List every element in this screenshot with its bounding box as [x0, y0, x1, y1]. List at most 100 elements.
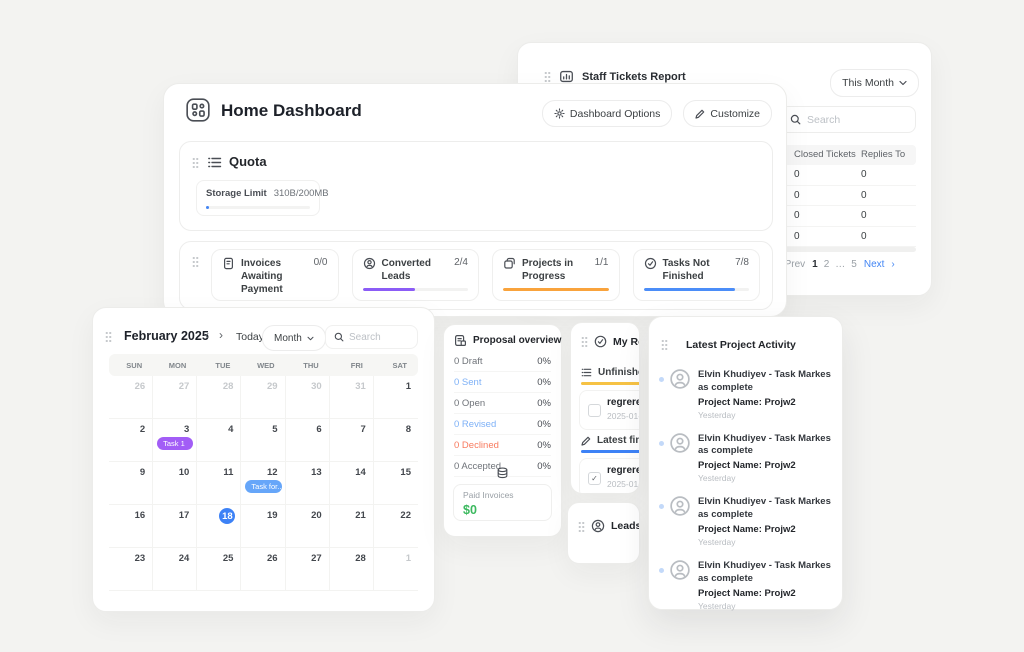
drag-handle-icon[interactable] [192, 256, 199, 267]
pagination-next-arrow[interactable]: › [891, 259, 894, 270]
calendar-search-input[interactable] [349, 332, 409, 343]
calendar-next-button[interactable]: › [219, 328, 223, 342]
calendar-day-cell[interactable]: 1 [374, 548, 418, 591]
stat-card[interactable]: Tasks Not Finished7/8 [633, 249, 761, 301]
calendar-day-cell[interactable]: 20 [286, 505, 330, 548]
drag-handle-icon[interactable] [578, 521, 585, 532]
calendar-day-cell[interactable]: 17 [153, 505, 197, 548]
calendar-date: 26 [267, 548, 285, 564]
calendar-view-selector[interactable]: Month [262, 325, 326, 351]
period-selector[interactable]: This Month [830, 69, 919, 97]
task-checkbox[interactable] [588, 404, 601, 417]
calendar-prev-button[interactable]: ‹ [205, 328, 209, 342]
coins-icon[interactable] [495, 466, 510, 480]
calendar-day-cell[interactable]: 25 [197, 548, 241, 591]
storage-progress-track [206, 206, 310, 209]
calendar-day-cell[interactable]: 13 [286, 462, 330, 505]
pagination-next[interactable]: Next [864, 259, 885, 270]
activity-item[interactable]: Elvin Khudiyev - Task Markes as complete… [659, 496, 832, 547]
calendar-date: 1 [406, 548, 418, 564]
drag-handle-icon[interactable] [581, 336, 588, 347]
calendar-day-cell[interactable]: 2 [109, 419, 153, 462]
calendar-day-cell[interactable]: 19 [241, 505, 285, 548]
activity-item[interactable]: Elvin Khudiyev - Task Markes as complete… [659, 560, 832, 611]
activity-item[interactable]: Elvin Khudiyev - Task Markes as complete… [659, 369, 832, 420]
stat-card[interactable]: Invoices Awaiting Payment0/0 [211, 249, 339, 301]
pagination-page[interactable]: 1 [812, 259, 818, 270]
activity-item[interactable]: Elvin Khudiyev - Task Markes as complete… [659, 433, 832, 484]
column-header-replies-to[interactable]: Replies To [861, 149, 905, 160]
calendar-day-cell[interactable]: 30 [286, 376, 330, 419]
calendar-day-cell[interactable]: 16 [109, 505, 153, 548]
pagination-page[interactable]: 5 [851, 259, 857, 270]
drag-handle-icon[interactable] [192, 157, 199, 168]
dashboard-options-button[interactable]: Dashboard Options [542, 100, 672, 127]
task-date: 2025-01-26 [607, 411, 640, 421]
pagination-page[interactable]: … [835, 259, 845, 270]
calendar-day-cell[interactable]: 27 [286, 548, 330, 591]
calendar-day-cell[interactable]: 6 [286, 419, 330, 462]
activity-time: Yesterday [698, 410, 832, 420]
calendar-event[interactable]: Task 1 [157, 437, 193, 450]
calendar-day-cell[interactable]: 9 [109, 462, 153, 505]
proposal-row-label: 0 Revised [454, 419, 496, 430]
calendar-day-cell[interactable]: 7 [330, 419, 374, 462]
drag-handle-icon[interactable] [105, 331, 112, 342]
tab-latest-finished[interactable]: Latest finish [581, 435, 640, 446]
unfinished-task-item[interactable]: regrere 2025-01-26 [579, 390, 640, 430]
tab-underline-finished [581, 450, 640, 453]
calendar-day-cell[interactable]: 5 [241, 419, 285, 462]
calendar-day-cell[interactable]: 15 [374, 462, 418, 505]
column-header-closed-tickets[interactable]: Closed Tickets [794, 149, 856, 160]
day-header: THU [286, 361, 330, 370]
calendar-day-cell[interactable]: 28 [197, 376, 241, 419]
calendar-event[interactable]: Task for... [245, 480, 281, 493]
calendar-day-cell[interactable]: 28 [330, 548, 374, 591]
calendar-day-cell[interactable]: 4 [197, 419, 241, 462]
finished-task-item[interactable]: ✓ regrere 2025-01-26 [579, 458, 640, 494]
calendar-day-cell[interactable]: 26 [109, 376, 153, 419]
proposal-row: 0 Sent0% [454, 372, 551, 393]
calendar-day-cell[interactable]: 29 [241, 376, 285, 419]
tickets-search-box[interactable] [780, 106, 916, 133]
calendar-date: 15 [400, 462, 418, 478]
drag-handle-icon[interactable] [661, 339, 668, 350]
calendar-day-cell[interactable]: 23 [109, 548, 153, 591]
stats-cards: Invoices Awaiting Payment0/0Converted Le… [211, 249, 760, 301]
calendar-day-cell[interactable]: 21 [330, 505, 374, 548]
proposal-row-pct: 0% [537, 440, 551, 451]
tab-latest-finished-label: Latest finish [597, 435, 640, 446]
calendar-day-cell[interactable]: 22 [374, 505, 418, 548]
calendar-day-cell[interactable]: 12Task for... [241, 462, 285, 505]
pagination-prev[interactable]: Prev [785, 259, 806, 270]
calendar-day-cell[interactable]: 18 [197, 505, 241, 548]
tickets-search-input[interactable] [807, 114, 906, 126]
today-button[interactable]: Today [236, 331, 264, 343]
calendar-day-cell[interactable]: 26 [241, 548, 285, 591]
pagination-page[interactable]: 2 [824, 259, 830, 270]
stat-progress-track [644, 288, 750, 291]
calendar-day-cell[interactable]: 8 [374, 419, 418, 462]
tab-unfinished[interactable]: Unfinished [581, 367, 640, 378]
calendar-day-cell[interactable]: 31 [330, 376, 374, 419]
calendar-day-cell[interactable]: 10 [153, 462, 197, 505]
calendar-day-cell[interactable]: 24 [153, 548, 197, 591]
storage-limit-card: Storage Limit 310B/200MB [196, 180, 320, 216]
proposal-row-label: 0 Draft [454, 356, 483, 367]
customize-button[interactable]: Customize [683, 100, 772, 127]
stat-card[interactable]: Projects in Progress1/1 [492, 249, 620, 301]
calendar-date: 7 [361, 419, 373, 435]
calendar-day-cell[interactable]: 3Task 1 [153, 419, 197, 462]
drag-handle-icon[interactable] [544, 71, 551, 82]
day-header: SAT [374, 361, 418, 370]
calendar-date: 13 [311, 462, 329, 478]
calendar-search-box[interactable] [325, 325, 418, 349]
calendar-day-cell[interactable]: 1 [374, 376, 418, 419]
calendar-day-cell[interactable]: 27 [153, 376, 197, 419]
stat-card[interactable]: Converted Leads2/4 [352, 249, 480, 301]
proposal-row: 0 Draft0% [454, 351, 551, 372]
calendar-day-cell[interactable]: 14 [330, 462, 374, 505]
task-checkbox-checked[interactable]: ✓ [588, 472, 601, 485]
calendar-day-cell[interactable]: 11 [197, 462, 241, 505]
staff-tickets-title: Staff Tickets Report [582, 71, 686, 83]
